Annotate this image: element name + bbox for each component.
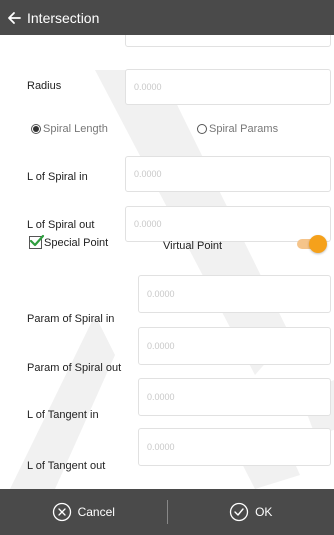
l-spiral-in-label: L of Spiral in <box>27 171 88 183</box>
cancel-button[interactable]: Cancel <box>0 502 167 522</box>
l-tangent-in-label: L of Tangent in <box>27 409 99 421</box>
checkbox-checked-icon <box>29 234 45 249</box>
cancel-circle-icon <box>52 502 72 522</box>
virtual-point-toggle[interactable] <box>297 235 327 253</box>
param-spiral-out-input[interactable] <box>138 327 331 365</box>
l-tangent-in-input[interactable] <box>138 378 331 416</box>
back-arrow-icon[interactable] <box>6 10 22 26</box>
cancel-label: Cancel <box>77 505 115 519</box>
title-bar: Intersection <box>0 0 334 35</box>
check-circle-icon <box>229 502 249 522</box>
page-title: Intersection <box>27 9 100 26</box>
ok-label: OK <box>255 505 273 519</box>
radius-input[interactable] <box>125 69 331 105</box>
param-spiral-out-label: Param of Spiral out <box>27 362 122 374</box>
ok-button[interactable]: OK <box>168 502 334 522</box>
spiral-params-radio[interactable]: Spiral Params <box>197 123 278 135</box>
action-bar: Cancel OK <box>0 489 334 535</box>
param-spiral-in-label: Param of Spiral in <box>27 313 115 325</box>
special-point-label: Special Point <box>44 236 109 249</box>
l-spiral-out-label: L of Spiral out <box>27 219 95 231</box>
param-spiral-in-input[interactable] <box>138 275 331 313</box>
spiral-params-label: Spiral Params <box>209 123 279 135</box>
spiral-length-label: Spiral Length <box>43 123 108 135</box>
spiral-length-radio[interactable]: Spiral Length <box>31 123 108 135</box>
l-tangent-out-label: L of Tangent out <box>27 460 106 472</box>
virtual-point-label: Virtual Point <box>163 240 223 252</box>
previous-field[interactable] <box>125 35 331 47</box>
form-scroll-area[interactable]: Radius Spiral Length Spiral Params L of … <box>0 35 334 489</box>
special-point-checkbox[interactable]: Special Point <box>29 234 109 249</box>
radio-selected-icon <box>31 124 41 134</box>
radius-label: Radius <box>27 80 62 92</box>
radio-unselected-icon <box>197 124 207 134</box>
l-tangent-out-input[interactable] <box>138 428 331 466</box>
l-spiral-in-input[interactable] <box>125 156 331 192</box>
